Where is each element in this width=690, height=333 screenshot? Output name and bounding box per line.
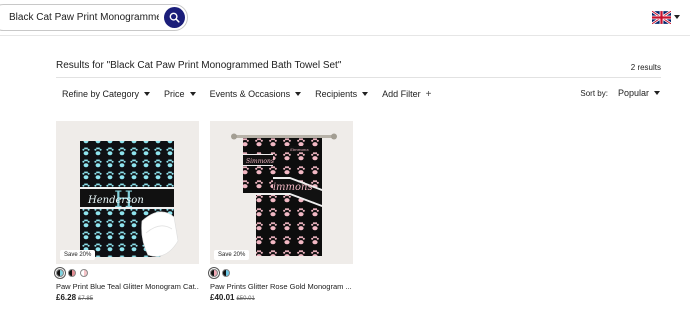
search-button[interactable] <box>164 7 185 28</box>
color-swatches <box>210 268 353 277</box>
product-title[interactable]: Paw Prints Glitter Rose Gold Monogram ..… <box>210 282 353 291</box>
sort-label: Sort by: <box>580 88 608 98</box>
color-swatches <box>56 268 199 277</box>
product-card[interactable]: H Henderson Save 20% Paw Print Blue Teal… <box>56 121 199 302</box>
product-image[interactable]: Simmons Simmons Simmons Save 20% <box>210 121 353 264</box>
filter-label: Refine by Category <box>62 89 140 99</box>
svg-text:Simmons: Simmons <box>290 147 309 152</box>
chevron-down-icon <box>674 15 680 19</box>
color-swatch[interactable] <box>68 268 76 277</box>
discount-badge: Save 20% <box>60 250 96 260</box>
filter-recipients[interactable]: Recipients <box>315 89 369 99</box>
price-row: £6.28 £7.85 <box>56 293 199 302</box>
country-selector[interactable] <box>652 7 682 27</box>
towel-teal-illustration: H Henderson <box>56 121 199 264</box>
search-input[interactable] <box>9 5 159 30</box>
chevron-down-icon <box>189 92 196 96</box>
sort-dropdown[interactable]: Popular <box>618 88 660 98</box>
color-swatch[interactable] <box>210 268 218 277</box>
towel-set-pink-illustration: Simmons Simmons Simmons <box>210 121 353 264</box>
sort-value: Popular <box>617 88 649 98</box>
filter-category[interactable]: Refine by Category <box>62 89 151 99</box>
filter-label: Events & Occasions <box>209 89 291 99</box>
plus-icon: + <box>425 88 432 100</box>
price-row: £40.01 £50.01 <box>210 293 353 302</box>
color-swatch[interactable] <box>80 268 88 277</box>
chevron-down-icon <box>144 92 151 96</box>
results-prefix: Results for <box>56 60 107 71</box>
results-query: "Black Cat Paw Print Monogrammed Bath To… <box>106 60 342 71</box>
search-icon <box>169 12 180 23</box>
product-price: £6.28 <box>56 293 77 302</box>
results-count: 2 results <box>630 63 661 72</box>
svg-text:Simmons: Simmons <box>246 158 274 165</box>
svg-text:Henderson: Henderson <box>87 195 144 206</box>
divider <box>56 77 661 78</box>
chevron-down-icon <box>654 91 660 95</box>
sort-control: Sort by: Popular <box>580 88 660 98</box>
color-swatch[interactable] <box>56 268 64 277</box>
chevron-down-icon <box>295 92 302 96</box>
filter-label: Price <box>164 89 185 99</box>
search-bar <box>0 4 188 31</box>
filter-bar: Refine by Category Price Events & Occasi… <box>62 88 446 100</box>
site-header <box>0 0 690 36</box>
color-swatch[interactable] <box>222 268 230 277</box>
product-card[interactable]: Simmons Simmons Simmons Save 20% Paw Pri… <box>210 121 353 302</box>
product-old-price: £50.01 <box>236 296 255 302</box>
product-old-price: £7.85 <box>78 296 94 302</box>
product-price: £40.01 <box>210 293 235 302</box>
add-filter-button[interactable]: Add Filter + <box>382 89 431 100</box>
filter-label: Add Filter <box>382 89 421 99</box>
filter-events[interactable]: Events & Occasions <box>210 89 302 99</box>
filter-price[interactable]: Price <box>164 89 196 99</box>
results-heading: Results for "Black Cat Paw Print Monogra… <box>56 60 341 71</box>
discount-badge: Save 20% <box>214 250 250 260</box>
chevron-down-icon <box>362 92 369 96</box>
product-image[interactable]: H Henderson Save 20% <box>56 121 199 264</box>
product-title[interactable]: Paw Print Blue Teal Glitter Monogram Cat… <box>56 282 199 291</box>
uk-flag-icon <box>652 10 671 24</box>
filter-label: Recipients <box>315 89 358 99</box>
